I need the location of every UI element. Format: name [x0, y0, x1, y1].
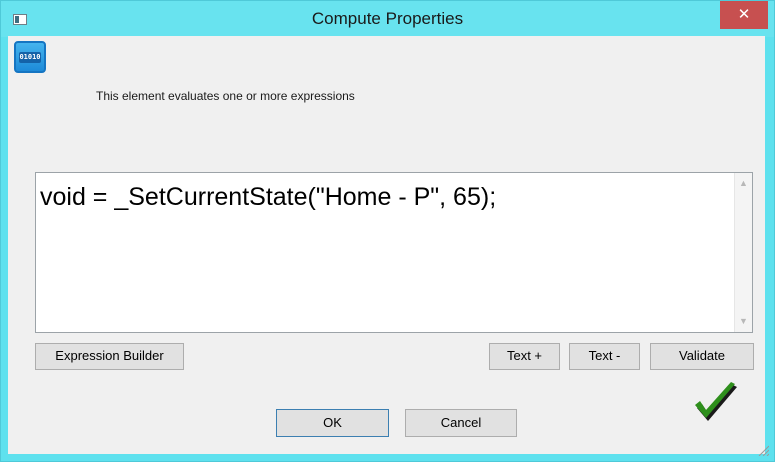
- expression-builder-button[interactable]: Expression Builder: [35, 343, 184, 370]
- text-minus-button[interactable]: Text -: [569, 343, 640, 370]
- element-description: This element evaluates one or more expre…: [96, 89, 355, 103]
- binary-icon-label: 01010: [19, 52, 41, 63]
- green-checkmark-icon: [695, 382, 737, 421]
- cancel-button[interactable]: Cancel: [405, 409, 517, 437]
- scroll-down-icon[interactable]: ▼: [739, 317, 748, 326]
- resize-grip-icon[interactable]: [757, 444, 769, 456]
- scroll-up-icon[interactable]: ▲: [739, 179, 748, 188]
- binary-data-icon: 01010: [14, 41, 46, 73]
- text-plus-button[interactable]: Text +: [489, 343, 560, 370]
- expression-text[interactable]: void = _SetCurrentState("Home - P", 65);: [40, 183, 496, 212]
- window-title: Compute Properties: [311, 9, 464, 28]
- ok-button[interactable]: OK: [276, 409, 389, 437]
- validate-button[interactable]: Validate: [650, 343, 754, 370]
- expression-editor[interactable]: void = _SetCurrentState("Home - P", 65);…: [35, 172, 753, 333]
- title-bar[interactable]: Compute Properties ✕: [1, 1, 774, 37]
- close-button[interactable]: ✕: [720, 1, 768, 29]
- vertical-scrollbar[interactable]: ▲ ▼: [734, 173, 752, 332]
